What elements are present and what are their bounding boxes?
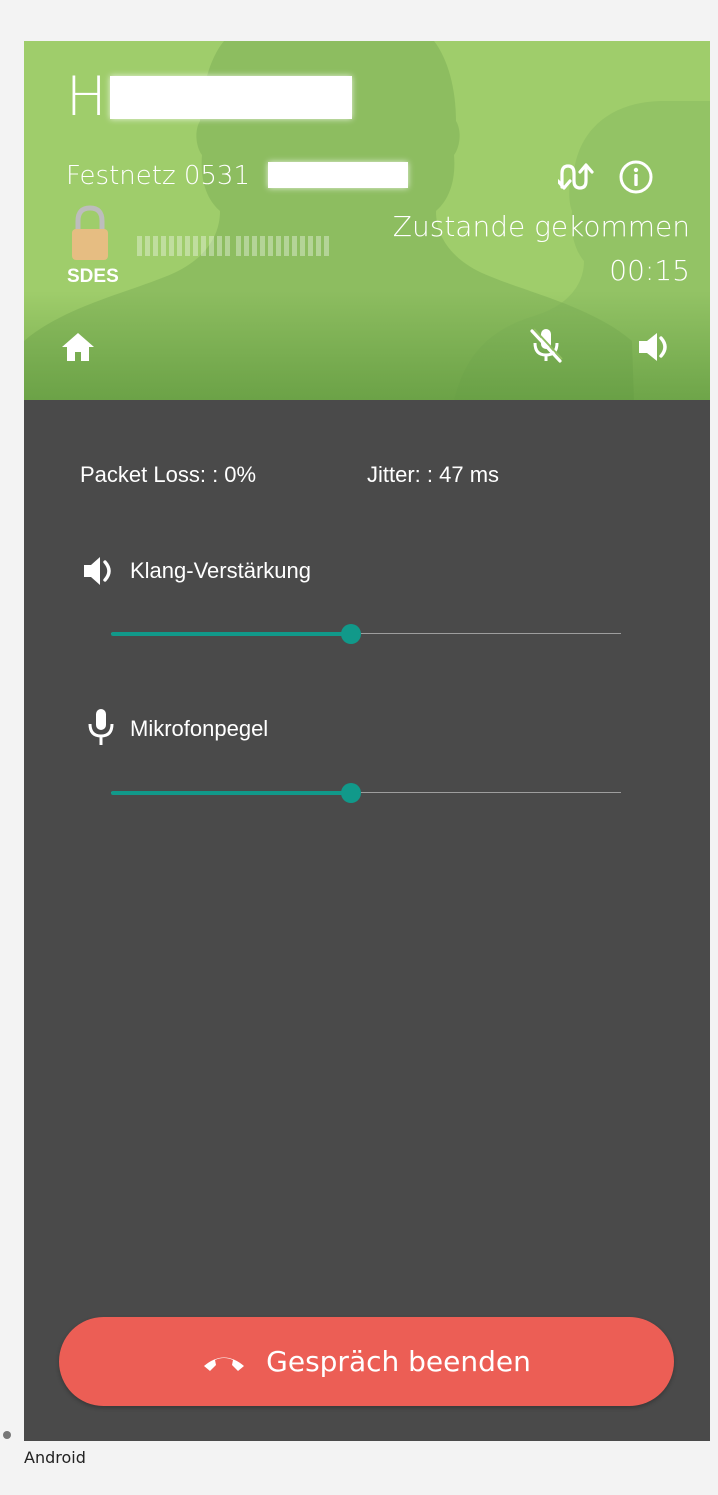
home-icon[interactable]: [60, 331, 96, 363]
microphone-level-label: Mikrofonpegel: [130, 716, 269, 741]
bullet-dot: [3, 1431, 11, 1439]
microphone-slider[interactable]: [111, 781, 621, 805]
swap-calls-icon[interactable]: [558, 161, 594, 193]
slider-thumb[interactable]: [340, 624, 361, 644]
audio-level-meter-left: [137, 236, 230, 256]
audio-level-meter-right: [236, 236, 329, 256]
call-header: H Festnetz 0531 SDES Zustande gekommen 0…: [24, 41, 710, 400]
slider-fill: [111, 791, 351, 795]
end-call-label: Gespräch beenden: [266, 1344, 531, 1378]
platform-caption: Android: [24, 1448, 86, 1467]
speaker-icon[interactable]: [636, 330, 674, 364]
contact-name: H: [66, 65, 107, 128]
slider-fill: [111, 632, 351, 636]
redacted-number: [268, 162, 408, 188]
redacted-name: [110, 76, 352, 119]
mic-off-icon[interactable]: [528, 327, 564, 365]
microphone-icon: [88, 709, 114, 745]
info-icon[interactable]: [618, 159, 654, 195]
header-shade: [24, 291, 710, 400]
lock-icon: [72, 205, 108, 260]
end-call-button[interactable]: Gespräch beenden: [59, 1317, 674, 1406]
phone-number-label: Festnetz 0531: [66, 161, 251, 191]
phone-hangup-icon: [204, 1357, 245, 1371]
slider-thumb[interactable]: [340, 783, 361, 803]
jitter-stat: Jitter: : 47 ms: [367, 462, 500, 487]
call-timer: 00:15: [609, 254, 690, 287]
call-status: Zustande gekommen: [392, 210, 690, 243]
gain-label: Klang-Verstärkung: [130, 558, 311, 583]
gain-slider[interactable]: [111, 622, 621, 646]
packet-loss-stat: Packet Loss: : 0%: [80, 462, 257, 487]
encryption-label: SDES: [67, 266, 119, 287]
volume-icon: [84, 557, 111, 585]
call-screen: H Festnetz 0531 SDES Zustande gekommen 0…: [24, 41, 710, 1441]
